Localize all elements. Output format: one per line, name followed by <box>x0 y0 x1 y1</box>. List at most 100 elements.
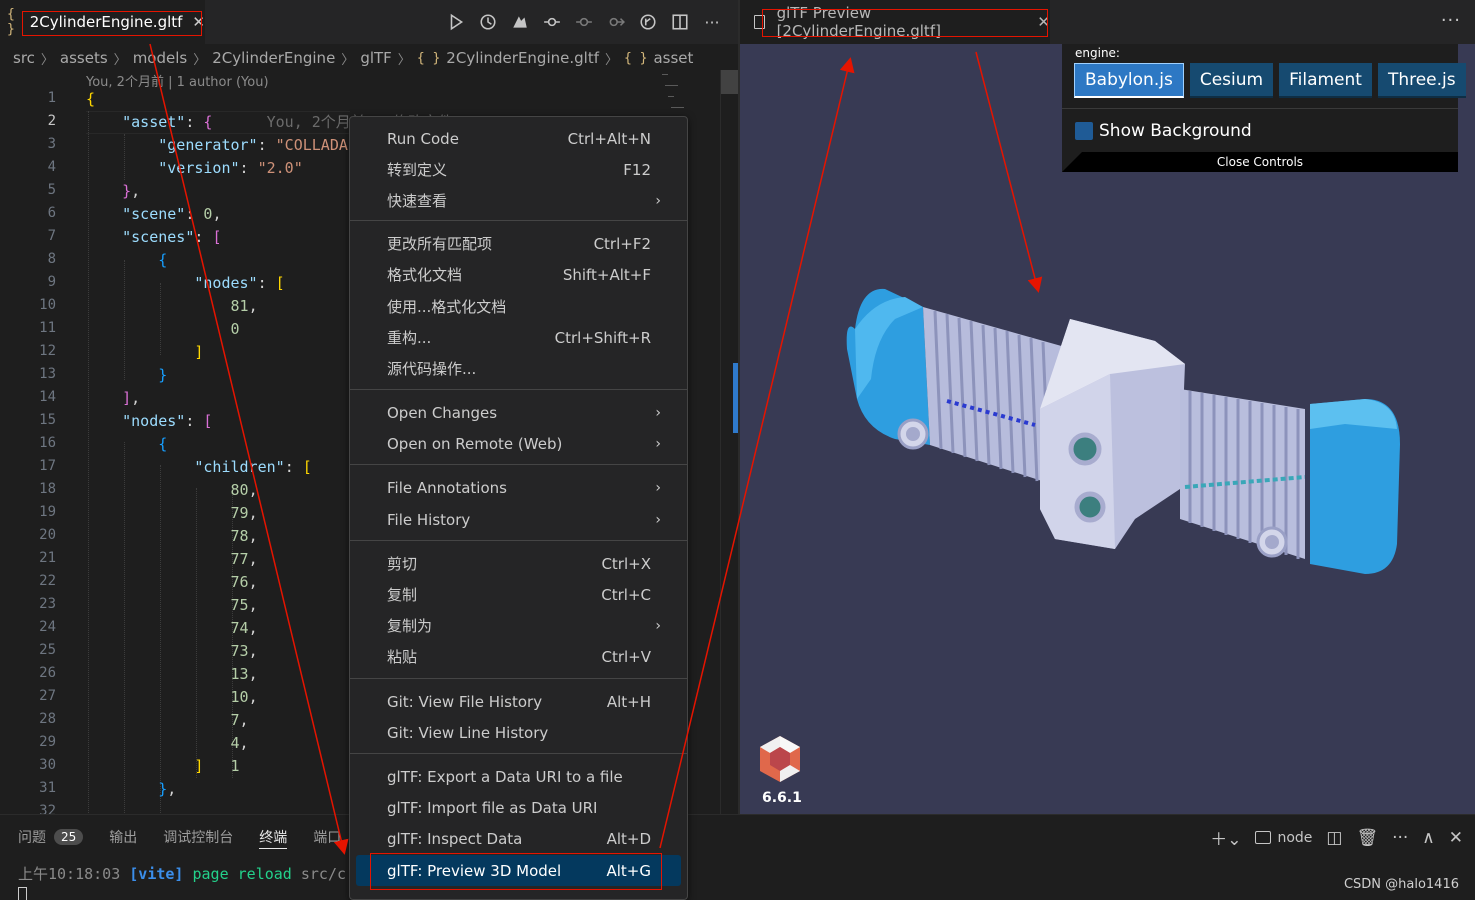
3d-viewport[interactable]: engine: Babylon.js Cesium Filament Three… <box>740 44 1475 814</box>
terminal-shell-selector[interactable]: node <box>1255 830 1312 846</box>
menu-item-shortcut: Alt+D <box>606 829 651 848</box>
new-terminal-icon[interactable]: ＋⌄ <box>1210 825 1241 850</box>
tab-problems[interactable]: 问题 25 <box>18 825 84 849</box>
menu-item[interactable]: File Annotations › <box>356 472 681 503</box>
run-icon[interactable] <box>446 12 466 32</box>
json-key: "version" <box>158 159 240 177</box>
editor-tab-bar: { } 2CylinderEngine.gltf ✕ ··· <box>0 0 738 44</box>
terminal-output[interactable]: 上午10:18:03 [vite] page reload src/c <box>18 863 346 884</box>
close-controls-button[interactable]: Close Controls <box>1062 152 1458 172</box>
menu-item[interactable]: 格式化文档 Shift+Alt+F <box>356 259 681 290</box>
code-line: 10, <box>230 688 258 706</box>
json-number: 80 <box>230 481 249 499</box>
code-line: { <box>158 435 168 453</box>
trash-icon[interactable]: 🗑 <box>1356 828 1378 848</box>
code-line: 73, <box>230 642 258 660</box>
show-background-row[interactable]: Show Background <box>1062 108 1458 152</box>
line-number: 6 <box>47 205 56 221</box>
breadcrumb-item[interactable]: src <box>13 49 35 67</box>
highlight-box <box>22 11 202 36</box>
tab-terminal[interactable]: 终端 <box>259 825 288 849</box>
git-commit-icon[interactable] <box>574 12 594 32</box>
code-line: 0 <box>86 318 240 341</box>
menu-item[interactable]: 重构... Ctrl+Shift+R <box>356 322 681 353</box>
split-terminal-icon[interactable]: ◫ <box>1326 828 1342 848</box>
code-line: }, <box>158 780 177 798</box>
engine-label: engine: <box>1075 46 1120 60</box>
close-icon[interactable]: ✕ <box>1449 828 1463 848</box>
history-icon[interactable] <box>478 12 498 32</box>
breadcrumb-item[interactable]: models <box>133 49 188 67</box>
menu-item[interactable]: 复制 Ctrl+C <box>356 579 681 610</box>
menu-item[interactable]: 源代码操作... <box>356 353 681 384</box>
menu-item[interactable]: glTF: Inspect Data Alt+D <box>356 823 681 854</box>
minimap-line <box>668 96 674 97</box>
git-next-icon[interactable] <box>606 12 626 32</box>
code-line: 75, <box>230 596 258 614</box>
chevron-right-icon: 〉 <box>341 52 355 68</box>
git-blame-codelens[interactable]: You, 2个月前 | 1 author (You) <box>86 71 269 90</box>
scrollbar-thumb[interactable] <box>721 70 738 94</box>
menu-item[interactable]: 更改所有匹配项 Ctrl+F2 <box>356 228 681 259</box>
menu-item-label: 源代码操作... <box>387 360 477 378</box>
tab-ports[interactable]: 端口 <box>313 825 341 849</box>
terminal-path: src/c <box>300 865 347 883</box>
more-actions-icon[interactable]: ··· <box>702 12 722 32</box>
menu-item[interactable]: glTF: Export a Data URI to a file <box>356 761 681 792</box>
engine-button-threejs[interactable]: Three.js <box>1377 63 1466 98</box>
line-number: 1 <box>47 90 56 106</box>
tab-debug-console[interactable]: 调试控制台 <box>163 825 233 849</box>
code-line: 74, <box>230 619 258 637</box>
line-number: 12 <box>39 343 56 359</box>
line-number: 29 <box>39 734 56 750</box>
breadcrumb-item[interactable]: 2CylinderEngine <box>212 49 335 67</box>
json-number: 74 <box>230 619 249 637</box>
menu-item[interactable]: Open Changes › <box>356 397 681 428</box>
tab-output[interactable]: 输出 <box>109 825 137 849</box>
breadcrumb-item[interactable]: 2CylinderEngine.gltf <box>446 49 599 67</box>
babylonjs-version: 6.6.1 <box>762 790 802 806</box>
gltf-preview-icon[interactable] <box>510 12 530 32</box>
json-number: 1 <box>230 757 240 775</box>
menu-item[interactable]: 使用...格式化文档 <box>356 291 681 322</box>
compare-changes-icon[interactable] <box>542 12 562 32</box>
breadcrumb-item[interactable]: glTF <box>360 49 391 67</box>
menu-item[interactable]: Git: View File History Alt+H <box>356 686 681 717</box>
code-line: "version": "2.0" <box>158 159 303 177</box>
menu-item[interactable]: glTF: Import file as Data URI <box>356 792 681 823</box>
line-number: 8 <box>47 251 56 267</box>
engine-button-filament[interactable]: Filament <box>1279 63 1372 98</box>
preview-tab-bar: glTF Preview [2CylinderEngine.gltf] ✕ ··… <box>740 0 1475 44</box>
menu-separator <box>350 220 687 221</box>
more-actions-icon[interactable]: ··· <box>1441 10 1461 31</box>
vertical-scrollbar[interactable] <box>720 70 738 814</box>
chevron-right-icon: › <box>655 192 661 209</box>
more-actions-icon[interactable]: ··· <box>1392 828 1408 848</box>
timeline-icon[interactable] <box>638 12 658 32</box>
split-editor-icon[interactable] <box>670 12 690 32</box>
menu-item[interactable]: Run Code Ctrl+Alt+N <box>356 123 681 154</box>
menu-item[interactable]: Git: View Line History <box>356 717 681 748</box>
line-number: 14 <box>39 389 56 405</box>
engine-button-cesium[interactable]: Cesium <box>1189 63 1274 98</box>
menu-item-shortcut: Ctrl+V <box>601 647 651 666</box>
line-number: 19 <box>39 504 56 520</box>
menu-item[interactable]: 复制为 › <box>356 610 681 641</box>
menu-item[interactable]: 转到定义 F12 <box>356 154 681 185</box>
breadcrumb-item[interactable]: asset <box>653 49 693 67</box>
menu-item[interactable]: File History › <box>356 504 681 535</box>
menu-item[interactable]: Open on Remote (Web) › <box>356 428 681 459</box>
line-number: 2 <box>47 113 56 129</box>
menu-item[interactable]: 剪切 Ctrl+X <box>356 548 681 579</box>
line-number: 31 <box>39 780 56 796</box>
engine-model[interactable] <box>835 259 1305 589</box>
menu-item[interactable]: 快速查看 › <box>356 185 681 216</box>
maximize-panel-icon[interactable]: ∧ <box>1422 828 1434 848</box>
menu-item[interactable]: 粘贴 Ctrl+V <box>356 641 681 672</box>
line-number: 20 <box>39 527 56 543</box>
json-key: "children" <box>194 458 285 476</box>
json-key: "nodes" <box>122 412 186 430</box>
breadcrumb-item[interactable]: assets <box>60 49 108 67</box>
engine-button-babylonjs[interactable]: Babylon.js <box>1074 63 1184 98</box>
show-background-checkbox[interactable] <box>1075 121 1093 140</box>
